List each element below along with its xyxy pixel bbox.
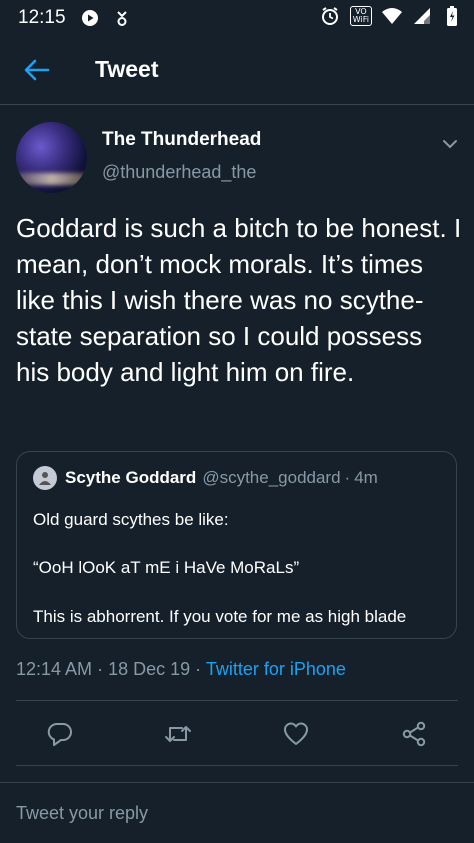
reply-input-placeholder[interactable]: Tweet your reply (16, 803, 148, 824)
play-icon (80, 8, 100, 28)
quoted-text-line: Old guard scythes be like: (33, 510, 229, 529)
tweet-actions (0, 712, 474, 758)
app-bar: Tweet (0, 36, 474, 105)
author-avatar[interactable] (16, 122, 87, 193)
tweet-author: The Thunderhead @thunderhead_the (16, 122, 466, 193)
quoted-author-name: Scythe Goddard (65, 468, 197, 487)
vowifi-label-bottom: WiFi (352, 15, 369, 24)
download-icon (112, 8, 132, 28)
reply-bar[interactable]: Tweet your reply (0, 782, 474, 843)
tweet-date: 18 Dec 19 (108, 659, 191, 679)
status-bar: 12:15 VO WiFi (0, 0, 474, 36)
quoted-text-line: “OoH lOoK aT mE i HaVe MoRaLs” (33, 558, 300, 577)
reply-icon[interactable] (46, 720, 74, 748)
tweet-source-link[interactable]: Twitter for iPhone (206, 659, 346, 679)
signal-icon (412, 6, 432, 26)
tweet-meta: 12:14 AM · 18 Dec 19 · Twitter for iPhon… (16, 659, 346, 680)
alarm-icon (320, 6, 340, 26)
divider (16, 765, 458, 766)
quoted-author-avatar (33, 466, 57, 490)
quoted-text-line: This is abhorrent. If you vote for me as… (33, 607, 407, 626)
meta-separator: · (195, 659, 202, 679)
status-time: 12:15 (18, 7, 66, 28)
wifi-icon (382, 6, 402, 26)
share-icon[interactable] (400, 720, 428, 748)
quoted-tweet[interactable]: Scythe Goddard @scythe_goddard · 4m Old … (16, 451, 457, 639)
tweet-timestamp: 12:14 AM (16, 659, 93, 679)
retweet-icon[interactable] (164, 720, 192, 748)
like-icon[interactable] (282, 720, 310, 748)
meta-separator: · (97, 659, 104, 679)
back-arrow-icon[interactable] (22, 56, 52, 84)
vowifi-icon: VO WiFi (349, 6, 372, 26)
page-title: Tweet (95, 56, 159, 82)
battery-icon (442, 6, 462, 26)
chevron-down-icon[interactable] (440, 134, 460, 154)
author-name[interactable]: The Thunderhead (102, 129, 261, 151)
quoted-time: 4m (354, 468, 378, 487)
quoted-separator: · (344, 468, 351, 487)
author-handle[interactable]: @thunderhead_the (102, 162, 256, 183)
tweet-text: Goddard is such a bitch to be honest. I … (16, 213, 462, 387)
divider (16, 700, 458, 701)
quoted-author-handle: @scythe_goddard (202, 468, 341, 487)
